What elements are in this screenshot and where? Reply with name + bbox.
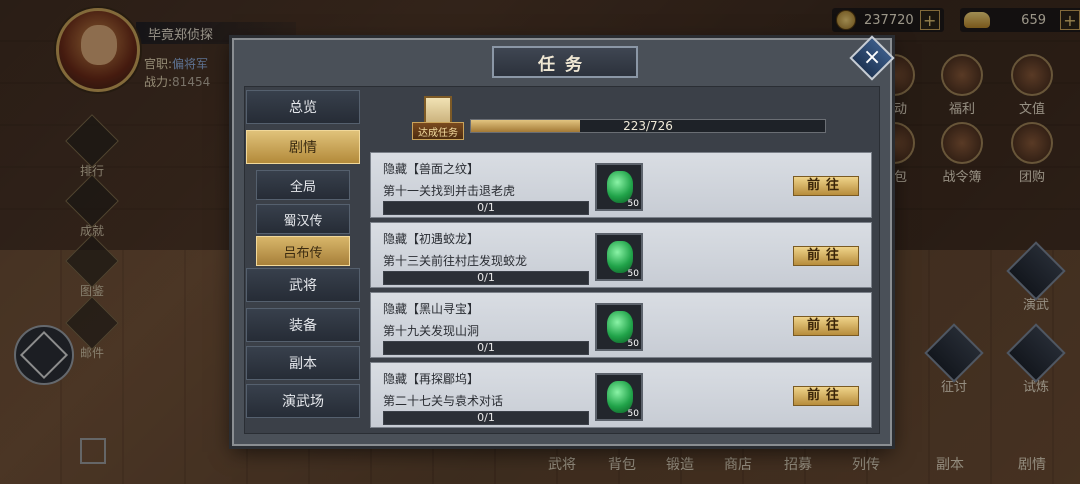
overall-progress-text: 223/726 (623, 119, 673, 133)
quest-progress-text: 0/1 (477, 271, 495, 284)
quest-description: 第十三关前往村庄发现蛟龙 (383, 254, 528, 268)
quest-progress-text: 0/1 (477, 341, 495, 354)
quest-title: 隐藏【黑山寻宝】 (383, 302, 480, 316)
quest-progress-text: 0/1 (477, 201, 495, 214)
quest-description: 第十一关找到并击退老虎 (383, 184, 516, 198)
reward-count: 50 (627, 269, 639, 279)
quest-title: 隐藏【兽面之纹】 (383, 162, 480, 176)
quest-list: 隐藏【兽面之纹】 第十一关找到并击退老虎 0/1 50 前往 隐藏【初遇蛟龙】 … (370, 152, 872, 432)
quest-description: 第十九关发现山洞 (383, 324, 480, 338)
quest-category-tabs: 总览 剧情 全局 蜀汉传 吕布传 武将 装备 副本 演武场 (246, 90, 362, 430)
tab-story[interactable]: 剧情 (246, 130, 360, 164)
quest-progress-text: 0/1 (477, 411, 495, 424)
panel-title: 任务 (492, 46, 638, 78)
go-button[interactable]: 前往 (793, 386, 859, 406)
quest-item: 隐藏【兽面之纹】 第十一关找到并击退老虎 0/1 50 前往 (370, 152, 872, 218)
tab-overview[interactable]: 总览 (246, 90, 360, 124)
subtab-global[interactable]: 全局 (256, 170, 350, 200)
reward-slot[interactable]: 50 (595, 163, 643, 211)
close-icon: × (862, 45, 882, 70)
quest-title: 隐藏【再探郿坞】 (383, 372, 480, 386)
tab-generals[interactable]: 武将 (246, 268, 360, 302)
reward-slot[interactable]: 50 (595, 233, 643, 281)
quest-progress-header: 达成任务 223/726 (372, 90, 880, 148)
reward-count: 50 (627, 339, 639, 349)
go-button[interactable]: 前往 (793, 316, 859, 336)
tab-arena[interactable]: 演武场 (246, 384, 360, 418)
achievement-badge-icon: 达成任务 (412, 96, 464, 146)
quest-item: 隐藏【初遇蛟龙】 第十三关前往村庄发现蛟龙 0/1 50 前往 (370, 222, 872, 288)
reward-slot[interactable]: 50 (595, 373, 643, 421)
quest-description: 第二十七关与袁术对话 (383, 394, 504, 408)
quest-title: 隐藏【初遇蛟龙】 (383, 232, 480, 246)
quest-item: 隐藏【再探郿坞】 第二十七关与袁术对话 0/1 50 前往 (370, 362, 872, 428)
reward-count: 50 (627, 409, 639, 419)
go-button[interactable]: 前往 (793, 246, 859, 266)
subtab-shuhan[interactable]: 蜀汉传 (256, 204, 350, 234)
reward-slot[interactable]: 50 (595, 303, 643, 351)
go-button[interactable]: 前往 (793, 176, 859, 196)
badge-label: 达成任务 (412, 122, 464, 140)
tab-dungeon[interactable]: 副本 (246, 346, 360, 380)
quest-item: 隐藏【黑山寻宝】 第十九关发现山洞 0/1 50 前往 (370, 292, 872, 358)
reward-count: 50 (627, 199, 639, 209)
subtab-lvbu[interactable]: 吕布传 (256, 236, 350, 266)
tab-equipment[interactable]: 装备 (246, 308, 360, 342)
